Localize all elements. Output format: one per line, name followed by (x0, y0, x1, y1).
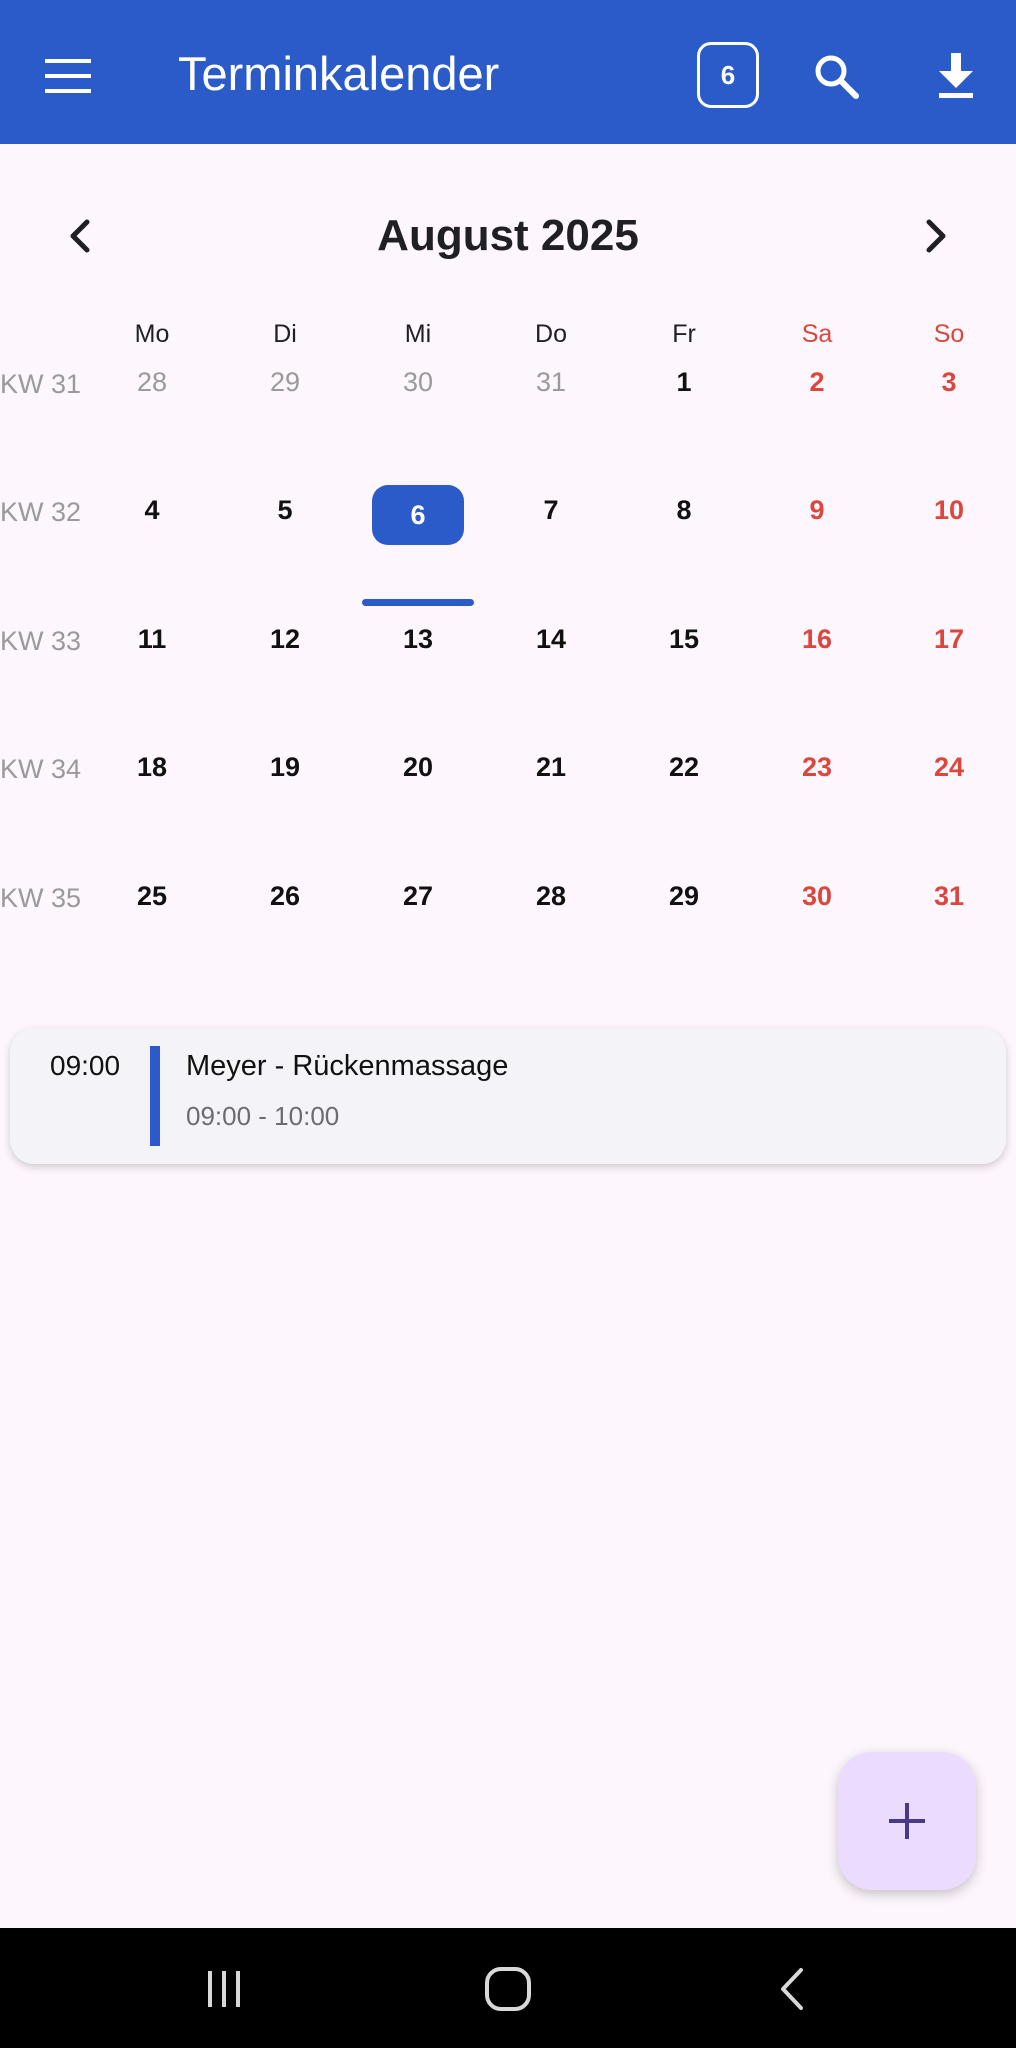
calendar-day[interactable]: 26 (239, 866, 331, 926)
recent-apps-icon (208, 1971, 240, 2007)
calendar-day[interactable]: 9 (771, 480, 863, 540)
next-month-button[interactable] (904, 204, 968, 268)
home-button[interactable] (468, 1954, 548, 2024)
calendar-day[interactable]: 27 (372, 866, 464, 926)
home-icon (485, 1967, 531, 2011)
chevron-right-icon (926, 219, 946, 253)
calendar-week: KW 33 11 12 13 14 15 16 17 (0, 609, 1016, 669)
app-bar: Terminkalender 6 (0, 0, 1016, 144)
calendar-day[interactable]: 25 (106, 866, 198, 926)
app-title: Terminkalender (178, 47, 500, 100)
event-start-time: 09:00 (50, 1050, 121, 1081)
calendar-day[interactable]: 22 (638, 737, 730, 797)
calendar-day[interactable]: 12 (239, 609, 331, 669)
calendar-day[interactable]: 1 (638, 352, 730, 412)
download-icon (939, 53, 973, 98)
weekday-label: So (933, 320, 965, 348)
calendar-day[interactable]: 2 (771, 352, 863, 412)
calendar-week: KW 32 4 5 6 7 8 9 10 (0, 480, 1016, 545)
calendar-week: KW 31 28 29 30 31 1 2 3 (0, 352, 1016, 412)
calendar-day[interactable]: 18 (106, 737, 198, 797)
weekday-label: Do (535, 320, 567, 348)
calendar-day[interactable]: 3 (903, 352, 995, 412)
plus-icon (889, 1803, 925, 1839)
calendar-day[interactable]: 19 (239, 737, 331, 797)
today-indicator (362, 599, 474, 606)
week-number: KW 34 (0, 754, 82, 784)
event-time-range: 09:00 - 10:00 (186, 1101, 340, 1131)
calendar-day[interactable]: 17 (903, 609, 995, 669)
event-title: Meyer - Rückenmassage (186, 1050, 509, 1082)
menu-button[interactable] (36, 44, 100, 108)
menu-icon (45, 59, 91, 93)
calendar-day[interactable]: 5 (239, 480, 331, 540)
search-icon (815, 55, 859, 99)
calendar-day[interactable]: 7 (505, 480, 597, 540)
weekday-header: Mo Di Mi Do Fr Sa So (0, 316, 1016, 352)
weekday-label: Mo (134, 320, 170, 348)
system-navigation-bar (0, 1928, 1016, 2048)
week-number: KW 32 (0, 497, 82, 527)
add-appointment-button[interactable] (838, 1752, 976, 1890)
calendar-day[interactable]: 28 (505, 866, 597, 926)
week-number: KW 35 (0, 883, 82, 913)
back-button[interactable] (752, 1954, 832, 2024)
calendar-day[interactable]: 23 (771, 737, 863, 797)
calendar-day[interactable]: 14 (505, 609, 597, 669)
calendar-day[interactable]: 28 (106, 352, 198, 412)
calendar-day[interactable]: 31 (505, 352, 597, 412)
week-number: KW 33 (0, 626, 82, 656)
search-button[interactable] (804, 44, 868, 108)
calendar-week: KW 34 18 19 20 21 22 23 24 (0, 737, 1016, 797)
weekday-label: Di (273, 320, 297, 348)
recent-apps-button[interactable] (184, 1954, 264, 2024)
event-card[interactable]: 09:00 Meyer - Rückenmassage 09:00 - 10:0… (10, 1028, 1006, 1164)
calendar-day[interactable]: 30 (372, 352, 464, 412)
download-button[interactable] (924, 44, 988, 108)
calendar-day[interactable]: 13 (372, 609, 464, 669)
back-icon (781, 1968, 803, 2010)
calendar-day[interactable]: 10 (903, 480, 995, 540)
calendar-day[interactable]: 29 (638, 866, 730, 926)
selected-calendar-day[interactable]: 6 (372, 485, 464, 545)
calendar-day[interactable]: 16 (771, 609, 863, 669)
today-button[interactable]: 6 (697, 42, 759, 108)
month-header: August 2025 (0, 196, 1016, 276)
month-title: August 2025 (377, 211, 639, 260)
calendar-week: KW 35 25 26 27 28 29 30 31 (0, 866, 1016, 926)
calendar-day[interactable]: 31 (903, 866, 995, 926)
calendar-day[interactable]: 29 (239, 352, 331, 412)
calendar-day[interactable]: 11 (106, 609, 198, 669)
today-badge: 6 (720, 59, 736, 90)
calendar-day[interactable]: 21 (505, 737, 597, 797)
calendar-day[interactable]: 24 (903, 737, 995, 797)
calendar-day[interactable]: 30 (771, 866, 863, 926)
event-color-bar (150, 1046, 160, 1146)
weekday-label: Fr (672, 320, 696, 348)
weekday-label: Sa (801, 320, 833, 348)
weekday-label: Mi (404, 320, 432, 348)
calendar-day[interactable]: 8 (638, 480, 730, 540)
calendar-day[interactable]: 20 (372, 737, 464, 797)
calendar-day[interactable]: 4 (106, 480, 198, 540)
calendar-day[interactable]: 15 (638, 609, 730, 669)
week-number: KW 31 (0, 369, 82, 399)
